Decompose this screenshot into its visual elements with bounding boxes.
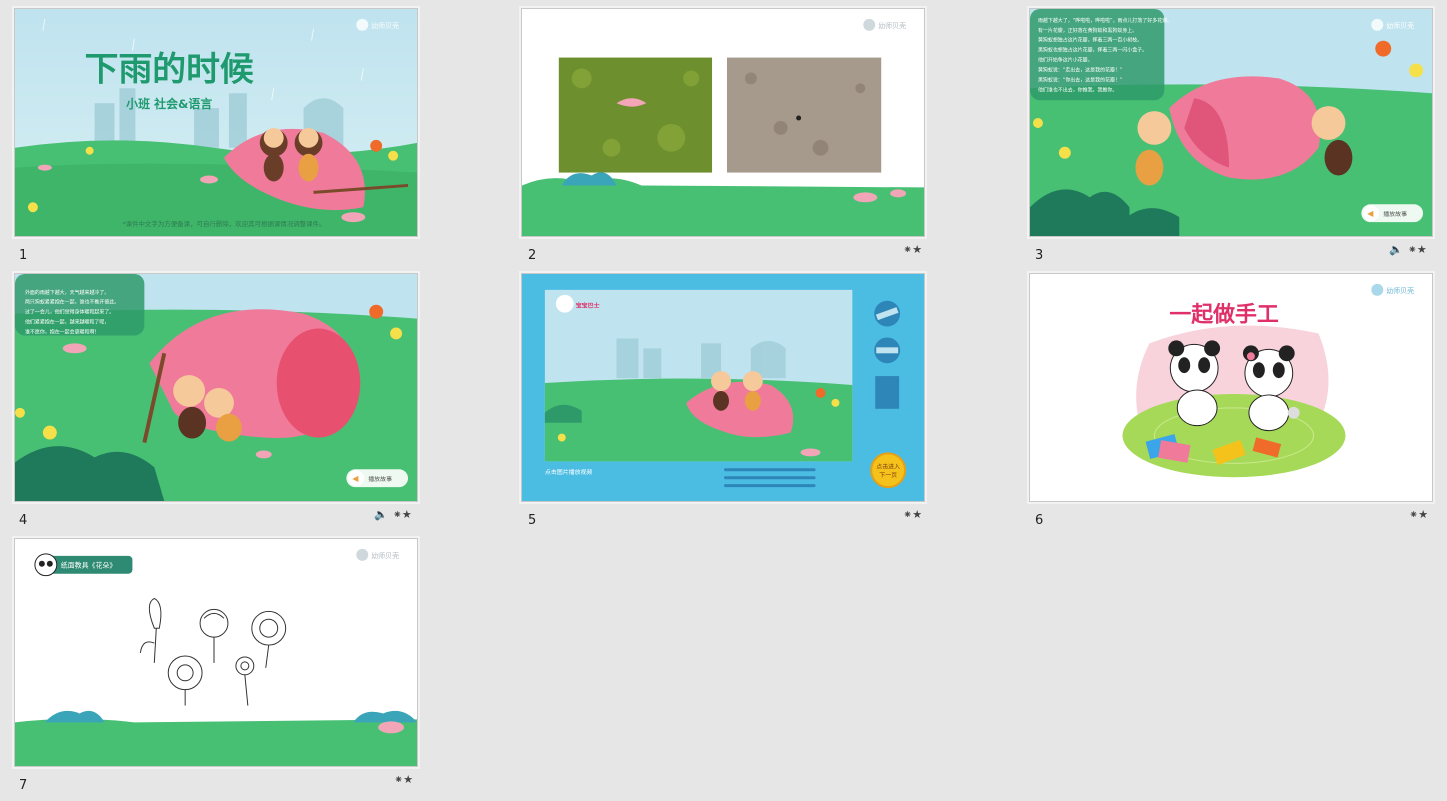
slide-6-marks: ⁕★ <box>1409 508 1428 521</box>
svg-text:他们开始争这片小花瓣。: 他们开始争这片小花瓣。 <box>1038 57 1093 64</box>
slide-7-tag-label: 纸面教具《花朵》 <box>61 561 117 570</box>
slide-4-canvas: 外面的雨越下越大，天气越来越冷了。 两只狗蚁紧紧抱在一起，谁也不推开彼此。 过了… <box>15 274 417 501</box>
speaker-icon[interactable]: 🔈 <box>1389 243 1403 256</box>
slide-3-logo: 幼师贝壳 <box>1386 21 1414 30</box>
slide-thumbnail-2[interactable]: 幼师贝壳 <box>521 8 925 237</box>
speaker-icon[interactable]: 🔈 <box>374 508 388 521</box>
slide-1-logo-icon <box>356 18 369 31</box>
slide-1-title: 下雨的时候 <box>85 49 254 88</box>
slide-number-3: 3 <box>1035 248 1044 263</box>
slide-5-video-logo: 宝宝巴士 <box>576 302 600 310</box>
slide-2-marks: ⁕★ <box>903 243 922 256</box>
panda-icon <box>34 553 58 577</box>
svg-text:过了一会儿，他们觉得身体暖和起来了。: 过了一会儿，他们觉得身体暖和起来了。 <box>25 309 114 316</box>
slide-2-canvas: 幼师贝壳 <box>522 9 924 236</box>
slide-thumbnail-5[interactable]: 宝宝巴士 点击图片播放视频 点击进入 下一页 <box>521 273 925 502</box>
svg-text:他们谁也不出去，你推我，我推你。: 他们谁也不出去，你推我，我推你。 <box>1038 86 1117 93</box>
slide-number-4: 4 <box>19 513 28 528</box>
slide-7-canvas: 纸面教具《花朵》 幼师贝壳 <box>15 539 417 766</box>
slide-number-7: 7 <box>19 778 28 793</box>
slide-4-marks: 🔈 ⁕★ <box>374 508 412 521</box>
slide-6-mat <box>1122 393 1346 478</box>
svg-text:黄狗蚁想独占这片花瓣，挥着三两一百小树枝。: 黄狗蚁想独占这片花瓣，挥着三两一百小树枝。 <box>1038 37 1142 44</box>
slide-number-2: 2 <box>528 248 537 263</box>
slide-number-6: 6 <box>1035 513 1044 528</box>
slide-3-marks: 🔈 ⁕★ <box>1389 243 1427 256</box>
slide-6-logo-icon <box>1371 283 1384 296</box>
slide-thumbnail-7[interactable]: 纸面教具《花朵》 幼师贝壳 <box>14 538 418 767</box>
slide-7-marks: ⁕★ <box>394 773 413 786</box>
star-animation-icon[interactable]: ⁕★ <box>394 773 413 786</box>
star-animation-icon[interactable]: ⁕★ <box>1408 243 1427 256</box>
slide-thumbnail-1[interactable]: 下雨的时候 小班 社会&语言 *课件中文字为方便备课，可自行删除，欢迎其可根据课… <box>14 8 418 237</box>
svg-text:有一片花瓣，正好落在黄狗蚁和黑狗蚁身上。: 有一片花瓣，正好落在黄狗蚁和黑狗蚁身上。 <box>1038 27 1137 34</box>
svg-text:外面的雨越下越大，天气越来越冷了。: 外面的雨越下越大，天气越来越冷了。 <box>25 289 109 296</box>
slide-5-panel-button[interactable] <box>875 376 900 409</box>
slide-3-canvas: 雨越下越大了，“哗啦啦，哗啦啦”，雨点儿打落了好多花瓣。 有一片花瓣，正好落在黄… <box>1030 9 1432 236</box>
slide-5-marks: ⁕★ <box>903 508 922 521</box>
slide-1-canvas: 下雨的时候 小班 社会&语言 *课件中文字为方便备课，可自行删除，欢迎其可根据课… <box>15 9 417 236</box>
svg-text:雨越下越大了，“哗啦啦，哗啦啦”，雨点儿打落了好多花瓣。: 雨越下越大了，“哗啦啦，哗啦啦”，雨点儿打落了好多花瓣。 <box>1038 17 1172 24</box>
star-animation-icon[interactable]: ⁕★ <box>1409 508 1428 521</box>
slide-5-enter-label-1: 点击进入 <box>876 462 900 470</box>
slide-5-caption: 点击图片播放视频 <box>545 468 593 476</box>
slide-2-logo: 幼师贝壳 <box>878 21 906 30</box>
speaker-icon: ◀ <box>1367 209 1374 218</box>
slide-3-logo-icon <box>1371 18 1384 31</box>
slide-7-logo-icon <box>356 548 369 561</box>
slide-6-logo: 幼师贝壳 <box>1386 286 1414 295</box>
star-animation-icon[interactable]: ⁕★ <box>903 508 922 521</box>
star-animation-icon[interactable]: ⁕★ <box>393 508 412 521</box>
slide-1-note: *课件中文字为方便备课，可自行删除，欢迎其可根据课情况调整课件。 <box>122 219 325 228</box>
slide-5-canvas: 宝宝巴士 点击图片播放视频 点击进入 下一页 <box>522 274 924 501</box>
speaker-icon: ◀ <box>352 474 359 483</box>
svg-text:谁不愿你，抱在一起会更暖和啊！: 谁不愿你，抱在一起会更暖和啊！ <box>25 328 99 335</box>
svg-text:黄狗蚁说：“走出去，这是我的花瓣！”: 黄狗蚁说：“走出去，这是我的花瓣！” <box>1038 66 1123 73</box>
slide-thumbnail-3[interactable]: 雨越下越大了，“哗啦啦，哗啦啦”，雨点儿打落了好多花瓣。 有一片花瓣，正好落在黄… <box>1029 8 1433 237</box>
svg-text:黑狗蚁说：“你出去，这是我的花瓣！”: 黑狗蚁说：“你出去，这是我的花瓣！” <box>1038 76 1123 83</box>
slide-7-logo: 幼师贝壳 <box>371 551 399 560</box>
slide-1-logo: 幼师贝壳 <box>371 21 399 30</box>
slide-6-title: 一起做手工 <box>1169 302 1279 328</box>
slide-6-canvas: 一起做手工 幼师贝壳 <box>1030 274 1432 501</box>
svg-text:两只狗蚁紧紧抱在一起，谁也不推开彼此。: 两只狗蚁紧紧抱在一起，谁也不推开彼此。 <box>25 299 119 306</box>
svg-text:黑狗蚁也想独占这片花瓣，挥着三两一闪小盒子。: 黑狗蚁也想独占这片花瓣，挥着三两一闪小盒子。 <box>1038 47 1147 54</box>
slide-number-5: 5 <box>528 513 537 528</box>
slide-thumbnail-4[interactable]: 外面的雨越下越大，天气越来越冷了。 两只狗蚁紧紧抱在一起，谁也不推开彼此。 过了… <box>14 273 418 502</box>
slide-2-logo-icon <box>863 18 876 31</box>
slide-number-1: 1 <box>19 248 28 263</box>
slide-5-enter-label-2: 下一页 <box>879 472 897 479</box>
slide-3-play-label: 播放故事 <box>1383 210 1407 218</box>
star-animation-icon[interactable]: ⁕★ <box>903 243 922 256</box>
svg-text:他们紧紧抱在一起，越来越暖和了呢，: 他们紧紧抱在一起，越来越暖和了呢， <box>25 319 109 326</box>
slide-4-play-label: 播放故事 <box>368 475 392 483</box>
slide-thumbnail-6[interactable]: 一起做手工 幼师贝壳 <box>1029 273 1433 502</box>
slide-5-video-logo-icon <box>555 294 574 313</box>
slide-1-subtitle: 小班 社会&语言 <box>125 97 212 111</box>
